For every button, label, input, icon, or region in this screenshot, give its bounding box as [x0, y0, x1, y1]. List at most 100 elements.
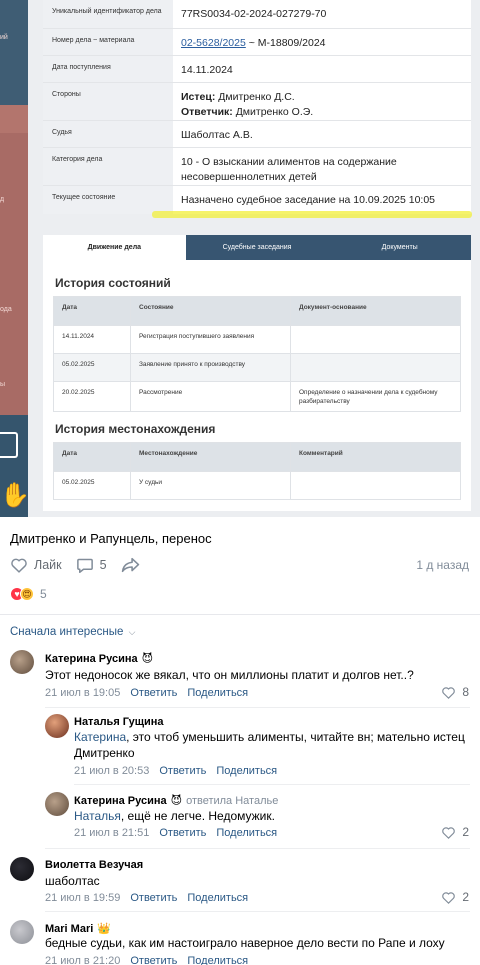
comment-text: Этот недоносок же вякал, что он миллионы… [45, 668, 414, 682]
reply-link[interactable]: Ответить [130, 892, 177, 904]
avatar[interactable] [45, 792, 69, 816]
comments-button[interactable]: 5 [76, 557, 107, 574]
column-header: Дата [54, 297, 131, 325]
comment-text: шаболтас [45, 874, 100, 888]
comments-count: 5 [99, 558, 107, 572]
share-link[interactable]: Поделиться [187, 687, 248, 699]
comment-divider [45, 911, 470, 912]
share-icon [121, 557, 140, 573]
comment-time[interactable]: 21 июл в 21:20 [45, 955, 120, 965]
comment: Mari Mari 👑 бедные судьи, как им настоигр… [0, 918, 480, 965]
reply-link[interactable]: Ответить [130, 955, 177, 965]
table-row: 20.02.2025 Рассмотрение Определение о на… [54, 381, 460, 411]
reactions-count: 5 [40, 587, 47, 601]
sort-label: Сначала интересные [10, 626, 124, 638]
comment-time[interactable]: 21 июл в 19:59 [45, 892, 120, 904]
tab-case-movement[interactable]: Движение дела [43, 235, 186, 260]
avatar[interactable] [10, 920, 34, 944]
sidebar-fragment: ода [0, 306, 12, 313]
post-time: 1 д назад [416, 558, 469, 572]
table-cell: Заявление принято к производству [131, 354, 291, 381]
reply-to-label[interactable]: ответила Наталье [186, 795, 278, 807]
avatar[interactable] [10, 857, 34, 881]
comment-meta: 21 июл в 19:59 Ответить Поделиться [45, 892, 248, 904]
sidebar-segment [0, 105, 28, 133]
comment-like-button[interactable]: 2 [441, 825, 469, 839]
like-button[interactable]: Лайк [10, 557, 62, 573]
like-label: Лайк [34, 558, 62, 572]
avatar[interactable] [45, 714, 69, 738]
case-row-label: Текущее состояние [43, 186, 173, 214]
case-number-link[interactable]: 02-5628/2025 [181, 37, 246, 49]
comments-sort-dropdown[interactable]: Сначала интересные ⌵ [10, 626, 135, 638]
column-header: Документ-основание [299, 304, 367, 311]
table-row: 14.11.2024 Регистрация поступившего заяв… [54, 325, 460, 353]
share-link[interactable]: Поделиться [187, 955, 248, 965]
site-sidebar: ий д ода ы ✋ [0, 0, 30, 517]
case-row: Дата поступления 14.11.2024 [43, 56, 471, 83]
history-table: Дата Состояние Документ-основание 14.11.… [53, 296, 461, 412]
table-row: 05.02.2025 Заявление принято к производс… [54, 353, 460, 381]
case-row: Текущее состояние Назначено судебное зас… [43, 186, 471, 214]
case-row-label: Дата поступления [43, 56, 173, 82]
heart-outline-icon [10, 557, 28, 573]
table-cell [291, 354, 460, 381]
case-row-value: 77RS0034-02-2024-027279-70 [181, 8, 327, 20]
defendant-label: Ответчик: [181, 106, 233, 119]
table-cell: Рассмотрение [131, 382, 291, 411]
share-button[interactable] [121, 557, 146, 573]
comment-text: бедные судьи, как им настоиграло наверно… [45, 936, 445, 950]
table-cell: 20.02.2025 [54, 382, 131, 411]
comment-author[interactable]: Виолетта Везучая [45, 859, 143, 871]
case-screenshot: ий д ода ы ✋ Уникальный идентификатор де… [0, 0, 480, 517]
case-row-value: 02-5628/2025 ~ М-18809/2024 [173, 29, 471, 51]
reply-link[interactable]: Ответить [159, 765, 206, 777]
comment-time[interactable]: 21 июл в 20:53 [74, 765, 149, 777]
comment-like-button[interactable]: 8 [441, 685, 469, 699]
author-name: Mari Mari [45, 923, 94, 935]
reactions-summary[interactable]: ♥ 😍 5 [10, 586, 47, 602]
case-row: Уникальный идентификатор дела 77RS0034-0… [43, 0, 471, 29]
tab-documents[interactable]: Документы [328, 235, 472, 260]
comment-like-count: 8 [462, 685, 469, 699]
avatar[interactable] [10, 650, 34, 674]
mention-link[interactable]: Наталья [74, 809, 121, 823]
comment-meta: 21 июл в 19:05 Ответить Поделиться [45, 687, 248, 699]
table-row: 05.02.2025 У судьи [54, 471, 460, 499]
tab-hearings[interactable]: Судебные заседания [185, 235, 329, 260]
location-title: История местонахождения [55, 422, 216, 436]
table-cell: Определение о назначении дела к судебном… [299, 389, 438, 405]
case-row: Стороны Истец: Дмитренко Д.С. Ответчик: … [43, 83, 471, 121]
column-header: Комментарий [299, 450, 343, 457]
comment-icon [76, 557, 94, 574]
highlighter-mark [152, 211, 472, 218]
comment: Виолетта Везучая шаболтас 21 июл в 19:59… [0, 855, 480, 907]
case-movement-panel: Движение дела Судебные заседания Докумен… [43, 235, 472, 511]
case-row-value: 14.11.2024 [181, 64, 233, 76]
sidebar-fragment: ий [0, 34, 8, 41]
comment-like-count: 2 [462, 890, 469, 904]
comment-author[interactable]: Наталья Гущина [74, 716, 164, 728]
case-row: Категория дела 10 - О взыскании алименто… [43, 148, 471, 186]
case-parties: Истец: Дмитренко Д.С. Ответчик: Дмитренк… [173, 83, 471, 120]
share-link[interactable]: Поделиться [187, 892, 248, 904]
table-cell [291, 326, 460, 353]
share-link[interactable]: Поделиться [216, 827, 277, 839]
comment-time[interactable]: 21 июл в 21:51 [74, 827, 149, 839]
comment-like-button[interactable]: 2 [441, 890, 469, 904]
reply-link[interactable]: Ответить [159, 827, 206, 839]
case-row: Номер дела ~ материала 02-5628/2025 ~ М-… [43, 29, 471, 56]
sidebar-segment [0, 0, 28, 105]
reply-link[interactable]: Ответить [130, 687, 177, 699]
mention-link[interactable]: Катерина [74, 730, 126, 744]
post-actions: Лайк 5 [10, 556, 160, 574]
comment-time[interactable]: 21 июл в 19:05 [45, 687, 120, 699]
comment-author[interactable]: Катерина Русина 😈 [45, 652, 153, 665]
comment-reply: Наталья Гущина Катерина, это чтоб уменьш… [0, 713, 480, 781]
comment-author[interactable]: Катерина Русина 😈 ответила Наталье [74, 794, 278, 807]
comment-author[interactable]: Mari Mari 👑 [45, 922, 111, 935]
share-link[interactable]: Поделиться [216, 765, 277, 777]
history-title: История состояний [55, 276, 171, 290]
comment-reply: Катерина Русина 😈 ответила Наталье Наталья… [0, 791, 480, 843]
devil-emoji-badge: 😈 [170, 795, 183, 807]
